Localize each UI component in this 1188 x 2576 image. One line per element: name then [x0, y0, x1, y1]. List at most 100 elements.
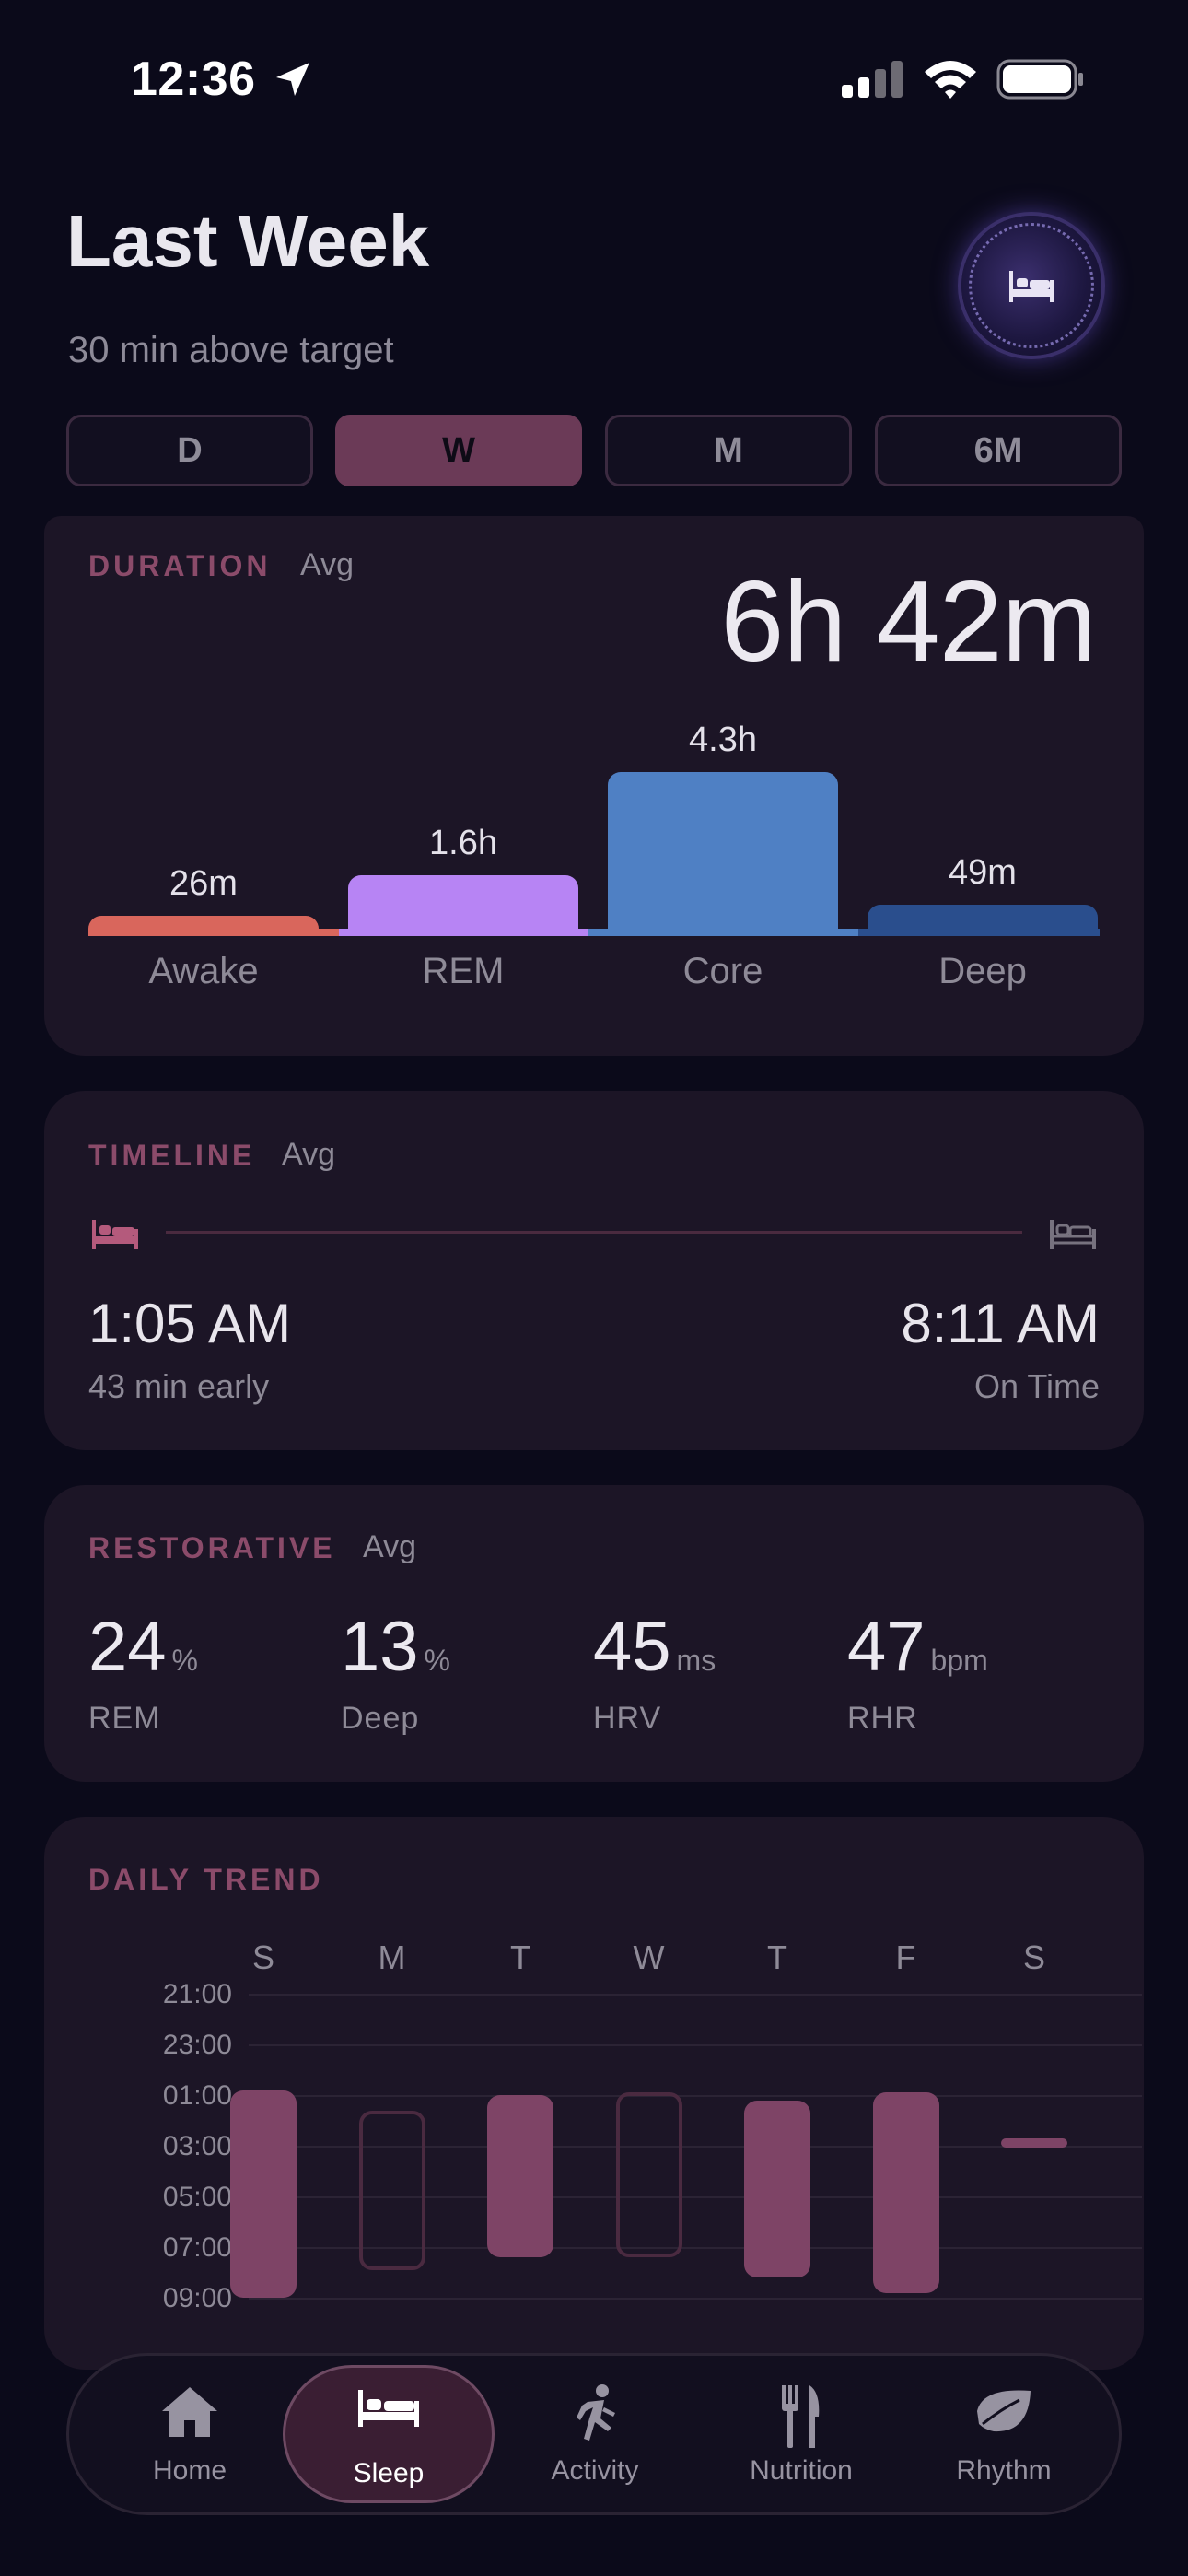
- rem-metric: 24%: [88, 1607, 198, 1687]
- rem-value: 24: [88, 1608, 167, 1686]
- leaf-icon: [898, 2383, 1110, 2448]
- deep-baseline: [858, 929, 1100, 936]
- tab-activity[interactable]: Activity: [489, 2365, 701, 2503]
- trend-day-label: T: [767, 1938, 787, 1976]
- trend-bar: [230, 2090, 297, 2298]
- trend-bar: [615, 2092, 682, 2257]
- tab-sleep[interactable]: Sleep: [283, 2365, 495, 2503]
- rhr-value: 47: [847, 1608, 926, 1686]
- duration-bar-value-rem: 1.6h: [429, 823, 497, 862]
- trend-hour-label: 09:00: [162, 2283, 232, 2313]
- tab-bar: Home Sleep Activity Nutrition Rhythm: [66, 2353, 1122, 2515]
- tab-home-label: Home: [152, 2455, 227, 2486]
- trend-hour-label: 23:00: [162, 2030, 232, 2060]
- deep-unit: %: [424, 1644, 450, 1677]
- wake-bed-icon: [1050, 1220, 1096, 1249]
- bed-icon: [285, 2386, 492, 2451]
- core-baseline: [588, 929, 858, 936]
- daily-trend-label: DAILY TREND: [88, 1863, 324, 1896]
- trend-bar: [487, 2095, 553, 2257]
- duration-bar-value-deep: 49m: [949, 853, 1017, 893]
- trend-day-label: W: [633, 1938, 665, 1976]
- bedtime-value: 1:05 AM: [88, 1293, 292, 1354]
- segment-week[interactable]: W: [335, 415, 582, 486]
- trend-day-label: M: [378, 1938, 406, 1976]
- trend-hour-label: 01:00: [162, 2080, 232, 2111]
- duration-bar-value-core: 4.3h: [689, 720, 757, 759]
- page-title: Last Week: [66, 200, 430, 282]
- trend-hour-label: 07:00: [162, 2232, 232, 2263]
- wake-value: 8:11 AM: [901, 1293, 1100, 1354]
- profile-avatar[interactable]: [961, 216, 1101, 356]
- running-icon: [489, 2383, 701, 2448]
- page-subtitle: 30 min above target: [68, 330, 394, 370]
- tab-activity-label: Activity: [551, 2455, 639, 2486]
- rem-baseline: [339, 929, 588, 936]
- tab-home[interactable]: Home: [84, 2365, 296, 2503]
- trend-day-label: F: [895, 1938, 916, 1976]
- tab-nutrition[interactable]: Nutrition: [695, 2365, 907, 2503]
- restorative-avg-label: Avg: [363, 1529, 416, 1564]
- trend-hour-label: 21:00: [162, 1979, 232, 2009]
- wifi-icon: [925, 61, 976, 99]
- trend-grid-line: [249, 2095, 1142, 2097]
- trend-grid-line: [249, 2044, 1142, 2046]
- trend-day-label: T: [510, 1938, 530, 1976]
- rhr-metric-label: RHR: [847, 1701, 918, 1736]
- duration-category-awake: Awake: [148, 951, 259, 991]
- tab-nutrition-label: Nutrition: [750, 2455, 853, 2486]
- duration-avg-label: Avg: [300, 547, 354, 582]
- duration-label: DURATION: [88, 549, 272, 582]
- trend-grid-line: [249, 2298, 1142, 2300]
- trend-hour-label: 05:00: [162, 2182, 232, 2212]
- daily-trend-card[interactable]: DAILY TREND 21:00 23:00 01:00 03:00 05:00 07:…: [44, 1817, 1144, 2370]
- duration-bar-rem: [348, 874, 578, 936]
- tab-sleep-label: Sleep: [353, 2458, 425, 2488]
- bedtime-note: 43 min early: [88, 1367, 270, 1405]
- bedtime-bed-icon: [92, 1220, 138, 1249]
- trend-hour-label: 03:00: [162, 2131, 232, 2161]
- deep-metric-label: Deep: [341, 1701, 420, 1736]
- timeline-card[interactable]: TIMELINE Avg 1:05 AM 43 min early 8:11 A…: [44, 1091, 1144, 1450]
- duration-bar-core: [608, 772, 838, 936]
- rhr-metric: 47 bpm: [847, 1607, 988, 1687]
- duration-value: 6h 42m: [720, 558, 1097, 685]
- duration-bar-value-awake: 26m: [169, 864, 238, 903]
- duration-card[interactable]: DURATION Avg 6h 42m 26m Awake 1.6h REM 4.3h C…: [44, 516, 1144, 1056]
- trend-bar: [1001, 2138, 1067, 2149]
- segment-month[interactable]: M: [605, 415, 852, 486]
- duration-category-deep: Deep: [938, 951, 1027, 991]
- location-arrow-icon: [276, 63, 309, 96]
- trend-bar: [358, 2110, 425, 2270]
- house-icon: [84, 2383, 296, 2448]
- rhr-unit: bpm: [930, 1644, 988, 1677]
- hrv-unit: ms: [676, 1644, 716, 1677]
- restorative-label: RESTORATIVE: [88, 1531, 336, 1564]
- trend-bar: [872, 2092, 939, 2293]
- timeline-track: [166, 1231, 1022, 1234]
- status-bar: 12:36: [0, 0, 1188, 157]
- status-time: 12:36: [131, 53, 256, 106]
- duration-category-rem: REM: [422, 951, 505, 991]
- battery-icon: [996, 59, 1083, 100]
- restorative-card[interactable]: RESTORATIVE Avg 24% REM 13% Deep 45 ms HR…: [44, 1485, 1144, 1782]
- rem-metric-label: REM: [88, 1701, 161, 1736]
- bed-icon: [1009, 271, 1054, 302]
- deep-value: 13: [341, 1608, 419, 1686]
- tab-rhythm[interactable]: Rhythm: [898, 2365, 1110, 2503]
- trend-grid-line: [249, 1994, 1142, 1996]
- tab-rhythm-label: Rhythm: [956, 2455, 1052, 2486]
- rem-unit: %: [171, 1644, 198, 1677]
- segment-6-month[interactable]: 6M: [875, 415, 1122, 486]
- segment-day[interactable]: D: [66, 415, 313, 486]
- trend-bar: [744, 2100, 810, 2277]
- timeline-label: TIMELINE: [88, 1139, 256, 1172]
- trend-day-label: S: [251, 1938, 274, 1976]
- fork-knife-icon: [695, 2383, 907, 2448]
- trend-day-label: S: [1022, 1938, 1045, 1976]
- duration-category-core: Core: [682, 951, 763, 991]
- sleep-screen: 12:36 Last Week 30 min above target D W …: [0, 0, 1188, 2576]
- timeline-avg-label: Avg: [282, 1137, 335, 1172]
- deep-metric: 13%: [341, 1607, 450, 1687]
- cellular-signal-icon: [842, 61, 903, 98]
